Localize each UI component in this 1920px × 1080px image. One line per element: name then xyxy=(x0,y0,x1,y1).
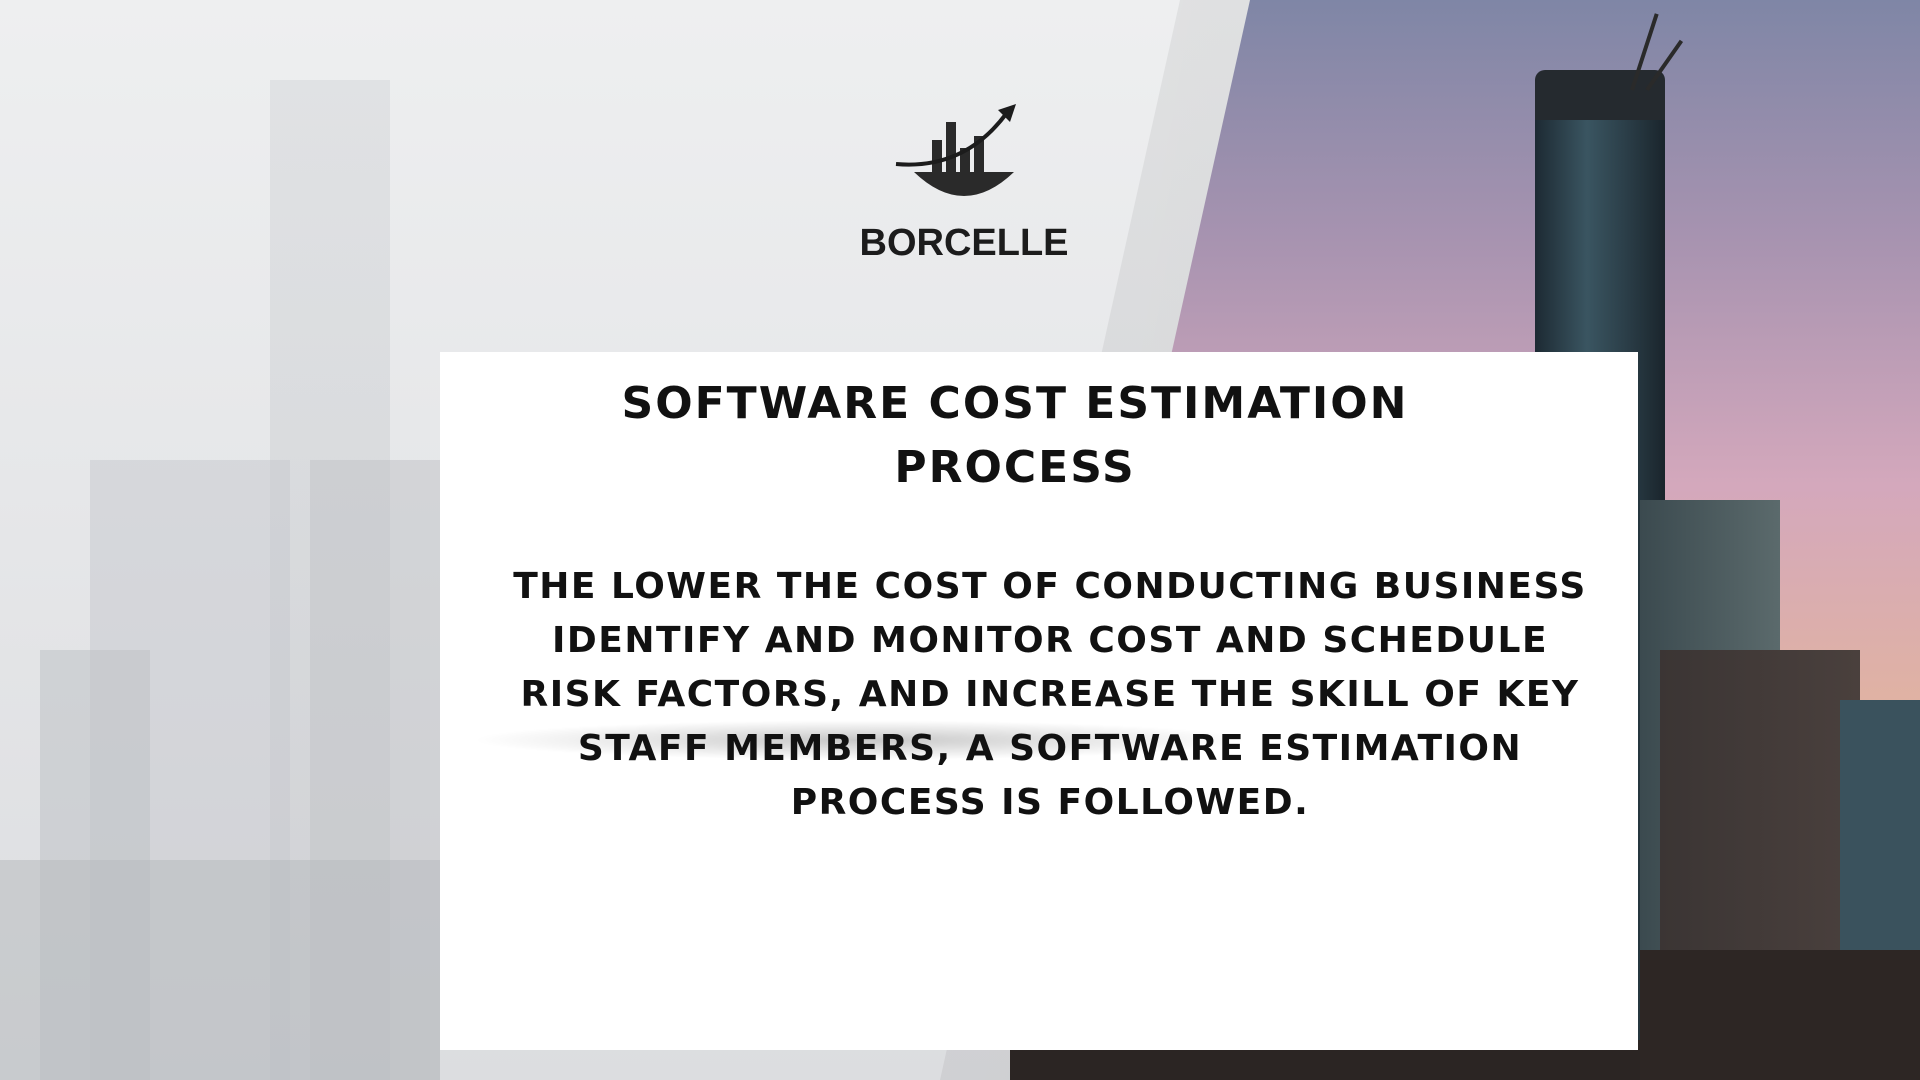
slide-body: THE LOWER THE COST OF CONDUCTING BUSINES… xyxy=(513,566,1587,823)
skyscraper-crown xyxy=(1535,70,1665,120)
brand-name: BORCELLE xyxy=(859,222,1069,264)
slide-title: SOFTWARE COST ESTIMATION PROCESS xyxy=(621,378,1409,493)
faded-building xyxy=(0,860,440,1080)
building xyxy=(1640,950,1920,1080)
brand-logo: BORCELLE xyxy=(844,100,1084,270)
rising-bar-chart-icon xyxy=(895,104,1016,196)
